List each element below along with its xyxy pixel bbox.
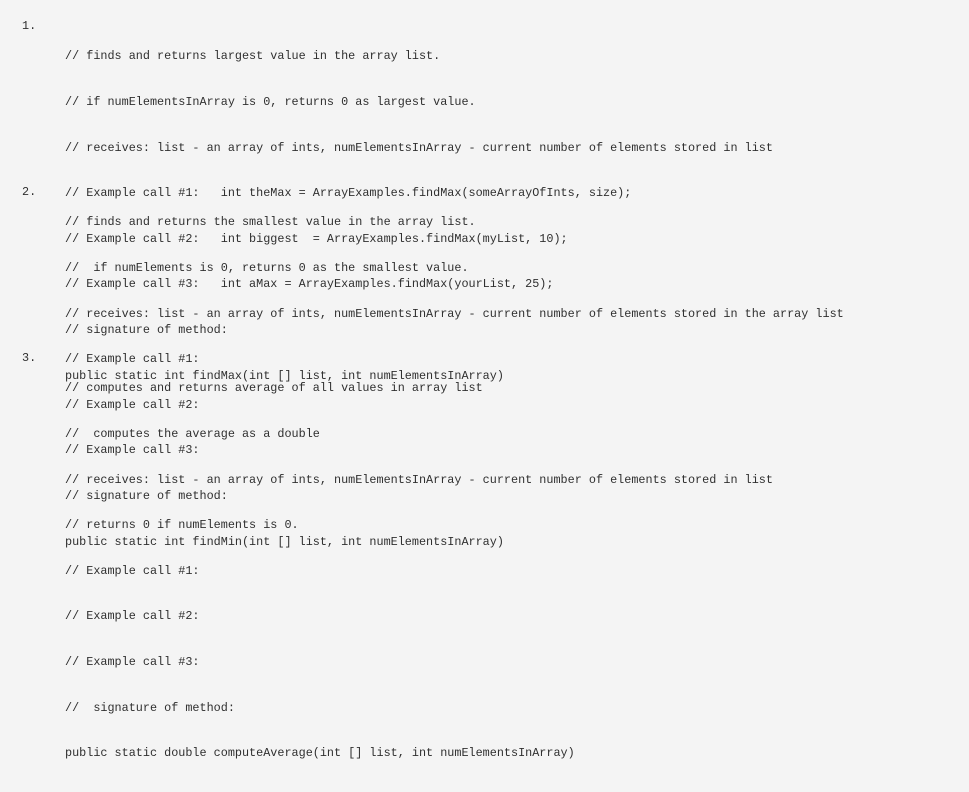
comment-receives: // receives: list - an array of ints, nu… <box>65 472 773 487</box>
comment-example-2: // Example call #2: <box>65 609 200 624</box>
comment-description: // computes and returns average of all v… <box>65 381 483 396</box>
comment-description: // finds and returns largest value in th… <box>65 49 441 64</box>
comment-zero-case: // returns 0 if numElements is 0. <box>65 518 299 533</box>
comment-receives: // receives: list - an array of ints, nu… <box>65 140 773 155</box>
item-number: 3. <box>22 351 37 365</box>
comment-example-3: // Example call #3: <box>65 654 200 669</box>
code-block: // computes and returns average of all v… <box>65 351 773 792</box>
comment-zero-case: // if numElementsInArray is 0, returns 0… <box>65 95 476 109</box>
item-number: 1. <box>22 19 37 33</box>
comment-zero-case: // if numElements is 0, returns 0 as the… <box>65 261 469 275</box>
item-number: 2. <box>22 185 37 199</box>
comment-signature-label: // signature of method: <box>65 700 235 715</box>
comment-receives: // receives: list - an array of ints, nu… <box>65 306 844 321</box>
comment-example-1: // Example call #1: <box>65 563 200 578</box>
comment-description: // finds and returns the smallest value … <box>65 215 476 230</box>
method-signature: public static double computeAverage(int … <box>65 746 575 761</box>
comment-return-type: // computes the average as a double <box>65 427 320 441</box>
